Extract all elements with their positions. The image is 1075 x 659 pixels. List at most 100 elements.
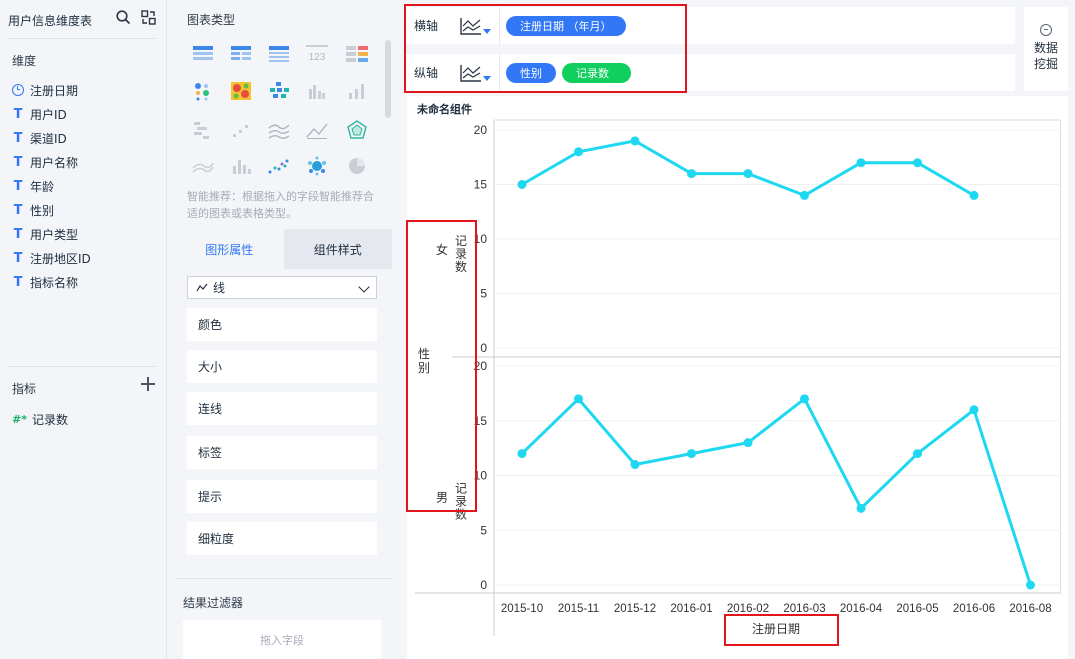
y-axis-chart-type-toggle[interactable] <box>450 54 500 91</box>
data-point <box>913 449 922 459</box>
field-user-name[interactable]: T 用户名称 <box>12 152 78 172</box>
y-pill-gender[interactable]: 性别 <box>506 62 556 83</box>
x-axis-chart-type-toggle[interactable] <box>450 7 500 44</box>
table-chart-icon[interactable] <box>191 44 215 64</box>
text-field-icon: T <box>13 202 23 218</box>
detail-table-icon[interactable] <box>267 44 291 64</box>
data-point <box>574 147 583 157</box>
y-axis-label: 纵轴 <box>414 66 439 80</box>
scatter-chart-icon[interactable] <box>267 156 291 176</box>
kpi-number-icon[interactable]: 123 <box>305 44 329 64</box>
matrix-icon[interactable] <box>267 81 291 101</box>
multi-line-icon[interactable] <box>267 120 291 140</box>
bar-chart-icon[interactable] <box>345 81 369 101</box>
field-record-count[interactable]: #* 记录数 <box>12 409 68 429</box>
text-field-icon: T <box>13 178 23 194</box>
field-channel-id[interactable]: T 渠道ID <box>12 128 67 148</box>
area-chart-icon[interactable] <box>191 156 215 176</box>
y-tick-label: 20 <box>474 359 488 373</box>
y-axis-shelf[interactable]: 纵轴 性别 记录数 <box>404 54 1015 91</box>
stacked-bar-icon[interactable] <box>229 156 253 176</box>
y-tick-label: 0 <box>480 578 487 592</box>
x-tick-label: 2016-04 <box>840 603 883 615</box>
property-granularity[interactable]: 细粒度 <box>187 522 377 555</box>
data-point <box>630 460 640 470</box>
y-tick-label: 5 <box>480 287 487 301</box>
field-label: 注册地区ID <box>30 251 91 266</box>
x-tick-label: 2016-06 <box>953 603 995 615</box>
row-dimension-label: 性 <box>418 347 430 361</box>
row-dimension-label: 别 <box>418 361 430 375</box>
field-label: 指标名称 <box>30 275 79 290</box>
heatmap-icon[interactable] <box>229 81 253 101</box>
data-point <box>630 136 640 146</box>
y-pill-record-count[interactable]: 记录数 <box>562 62 631 83</box>
cross-table-icon[interactable] <box>229 44 253 64</box>
data-mining-label-2: 挖掘 <box>1033 57 1058 71</box>
tab-graphic-properties[interactable]: 图形属性 <box>175 229 284 269</box>
x-tick-label: 2016-01 <box>670 603 712 615</box>
measure-axis-label: 数 <box>455 259 467 274</box>
x-tick-label: 2016-05 <box>896 603 938 615</box>
x-pill-register-date[interactable]: 注册日期 （年月） <box>506 15 626 36</box>
y-tick-label: 20 <box>474 123 488 137</box>
field-register-date[interactable]: 注册日期 <box>12 80 78 100</box>
data-point <box>517 449 527 459</box>
search-icon[interactable] <box>116 10 131 25</box>
property-connect-line[interactable]: 连线 <box>187 392 377 425</box>
field-user-type[interactable]: T 用户类型 <box>12 224 78 244</box>
field-user-id[interactable]: T 用户ID <box>12 104 67 124</box>
mark-type-select[interactable]: 线 <box>187 276 377 299</box>
field-label: 用户名称 <box>30 155 79 170</box>
field-age[interactable]: T 年龄 <box>12 176 54 196</box>
gantt-icon[interactable] <box>191 120 215 140</box>
field-label: 记录数 <box>32 412 69 427</box>
bubble-grid-icon[interactable] <box>191 81 215 101</box>
data-point <box>1026 580 1035 590</box>
data-point <box>743 169 753 179</box>
scatter-bar-icon[interactable] <box>229 120 253 140</box>
line-icon <box>196 283 208 291</box>
dropdown-arrow-icon <box>483 29 491 34</box>
date-field-icon <box>12 84 24 96</box>
bubble-chart-icon[interactable] <box>305 156 329 176</box>
chart-component: 未命名组件 20 15 10 5 0 20 15 10 5 0 性别女记录数男记录数 2015-10 2… <box>407 96 1068 659</box>
divider <box>8 38 156 39</box>
field-region-id[interactable]: T 注册地区ID <box>12 248 91 268</box>
data-point <box>517 180 527 189</box>
y-tick-label: 5 <box>480 523 487 537</box>
radar-chart-icon[interactable] <box>345 120 369 140</box>
series-line <box>520 397 1032 586</box>
property-tooltip[interactable]: 提示 <box>187 480 377 513</box>
series-line <box>521 139 975 197</box>
filter-drop-zone[interactable]: 拖入字段 <box>183 620 381 659</box>
data-mining-button[interactable]: 数据 挖掘 <box>1024 7 1068 91</box>
add-metric-icon[interactable] <box>140 376 156 392</box>
measure-axis-label: 录 <box>455 247 467 261</box>
data-mining-label-1: 数据 <box>1033 41 1058 55</box>
x-axis-shelf[interactable]: 横轴 注册日期 （年月） <box>404 7 1015 44</box>
line-chart-icon[interactable] <box>305 120 329 140</box>
row-member-label: 女 <box>436 242 448 257</box>
property-size[interactable]: 大小 <box>187 350 377 383</box>
data-point <box>687 169 696 179</box>
grouped-bar-icon[interactable] <box>305 81 329 101</box>
x-tick-label: 2015-10 <box>501 603 543 615</box>
field-metric-name[interactable]: T 指标名称 <box>12 272 78 292</box>
switch-dataset-icon[interactable] <box>141 10 156 25</box>
axis-line-icon <box>460 18 481 35</box>
x-tick-label: 2015-11 <box>558 603 599 615</box>
x-tick-label: 2016-08 <box>1009 603 1051 615</box>
svg-text:123: 123 <box>309 52 326 63</box>
pie-chart-icon[interactable] <box>345 156 369 176</box>
tab-component-style[interactable]: 组件样式 <box>283 229 392 269</box>
gallery-scrollbar[interactable] <box>385 40 391 118</box>
dropdown-arrow-icon <box>483 76 491 81</box>
row-member-label: 男 <box>436 491 448 505</box>
property-color[interactable]: 颜色 <box>187 308 377 341</box>
data-point <box>800 190 809 200</box>
property-label[interactable]: 标签 <box>187 436 377 469</box>
field-gender[interactable]: T 性别 <box>12 200 54 220</box>
metrics-title: 指标 <box>12 382 37 396</box>
color-table-icon[interactable] <box>345 44 369 64</box>
